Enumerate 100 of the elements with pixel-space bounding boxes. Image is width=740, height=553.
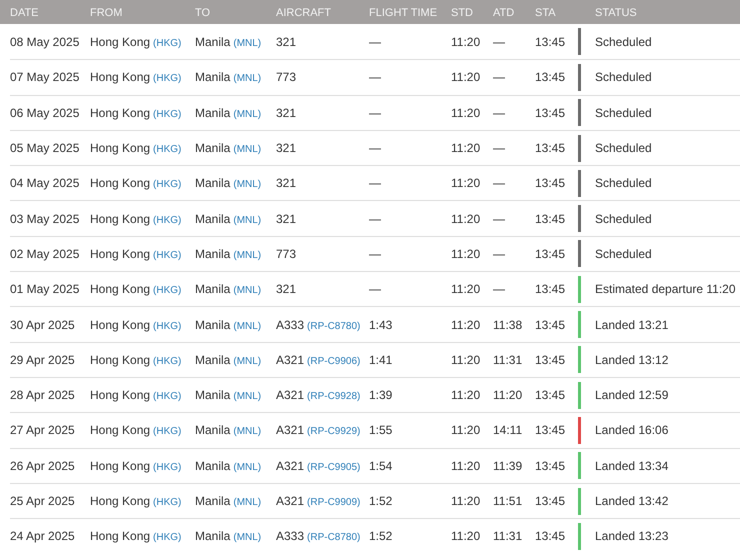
- airport-code-link[interactable]: (MNL): [233, 71, 262, 86]
- origin-cell-text: Hong Kong: [90, 422, 150, 440]
- date-cell: 05 May 2025: [10, 141, 80, 156]
- aircraft-cell-text: 321: [276, 175, 296, 192]
- destination-cell-text: Manila: [195, 352, 230, 369]
- aircraft-cell-text: 321: [276, 210, 296, 228]
- atd-cell: —: [493, 141, 505, 156]
- airport-code-link[interactable]: (HKG): [153, 177, 182, 192]
- airport-code-link[interactable]: (HKG): [153, 460, 182, 475]
- status-cell: Scheduled: [595, 212, 652, 226]
- sta-cell: 13:45: [535, 529, 566, 544]
- airport-code-link[interactable]: (MNL): [233, 36, 262, 51]
- airport-code-link[interactable]: (HKG): [153, 71, 182, 86]
- sta-cell: 13:45: [535, 212, 566, 226]
- origin-cell-text: Hong Kong: [90, 104, 150, 122]
- atd-cell: —: [493, 106, 505, 120]
- status-cell: Estimated departure 11:20: [595, 282, 736, 296]
- std-cell: 11:20: [451, 106, 480, 120]
- column-header[interactable]: FROM: [90, 6, 122, 19]
- column-header[interactable]: TO: [195, 6, 210, 19]
- date-cell: 24 Apr 2025: [10, 529, 75, 544]
- atd-cell: —: [493, 246, 505, 261]
- flight-time-cell: —: [369, 176, 381, 190]
- airport-code-link[interactable]: (MNL): [233, 177, 262, 192]
- column-header[interactable]: ATD: [493, 6, 514, 19]
- registration-link[interactable]: (RP-C9929): [307, 424, 360, 440]
- registration-link[interactable]: (RP-C8780): [307, 530, 360, 546]
- registration-link[interactable]: (RP-C9928): [307, 389, 360, 404]
- airport-code-link[interactable]: (MNL): [233, 283, 262, 298]
- airport-code-link[interactable]: (MNL): [233, 460, 262, 475]
- sta-cell: 13:45: [535, 318, 566, 332]
- airport-code-link[interactable]: (HKG): [153, 389, 182, 404]
- airport-code-link[interactable]: (MNL): [233, 495, 262, 510]
- airport-code-link[interactable]: (MNL): [233, 318, 262, 334]
- std-cell: 11:20: [451, 494, 480, 508]
- airport-code-link[interactable]: (HKG): [153, 106, 182, 122]
- status-cell: Landed 13:23: [595, 529, 668, 544]
- aircraft-cell-text: A321: [276, 493, 304, 510]
- atd-cell: 11:39: [493, 458, 522, 473]
- date-cell: 04 May 2025: [10, 176, 80, 190]
- airport-code-link[interactable]: (HKG): [153, 283, 182, 298]
- destination-cell-text: Manila: [195, 528, 230, 546]
- date-cell: 08 May 2025: [10, 34, 80, 49]
- atd-cell: —: [493, 212, 505, 226]
- flight-time-cell: —: [369, 212, 381, 226]
- airport-code-link[interactable]: (MNL): [233, 212, 262, 228]
- status-cell: Landed 13:34: [595, 458, 668, 473]
- origin-cell-text: Hong Kong: [90, 458, 150, 475]
- airport-code-link[interactable]: (HKG): [153, 318, 182, 334]
- sta-cell: 13:45: [535, 106, 566, 120]
- destination-cell-text: Manila: [195, 387, 230, 404]
- flight-time-cell: —: [369, 34, 381, 49]
- std-cell: 11:20: [451, 352, 480, 367]
- std-cell: 11:20: [451, 141, 480, 156]
- airport-code-link[interactable]: (HKG): [153, 424, 182, 440]
- aircraft-cell-text: A321: [276, 352, 304, 369]
- airport-code-link[interactable]: (MNL): [233, 530, 262, 546]
- std-cell: 11:20: [451, 423, 480, 438]
- status-cell: Landed 16:06: [595, 423, 668, 438]
- airport-code-link[interactable]: (HKG): [153, 212, 182, 228]
- date-cell: 28 Apr 2025: [10, 388, 75, 402]
- column-header[interactable]: FLIGHT TIME: [369, 6, 438, 19]
- column-header[interactable]: DATE: [10, 6, 39, 19]
- atd-cell: —: [493, 282, 505, 296]
- destination-cell-text: Manila: [195, 69, 230, 86]
- flight-time-cell: —: [369, 246, 381, 261]
- status-cell: Scheduled: [595, 246, 652, 261]
- airport-code-link[interactable]: (MNL): [233, 424, 262, 440]
- sta-cell: 13:45: [535, 70, 566, 84]
- registration-link[interactable]: (RP-C8780): [307, 318, 360, 334]
- registration-link[interactable]: (RP-C9906): [307, 354, 360, 369]
- aircraft-cell-text: 321: [276, 104, 296, 122]
- airport-code-link[interactable]: (HKG): [153, 354, 182, 369]
- std-cell: 11:20: [451, 388, 480, 402]
- column-header[interactable]: STA: [535, 6, 556, 19]
- date-cell: 25 Apr 2025: [10, 494, 75, 508]
- flight-time-cell: 1:39: [369, 388, 392, 402]
- airport-code-link[interactable]: (HKG): [153, 248, 182, 263]
- date-cell: 03 May 2025: [10, 212, 80, 226]
- status-cell: Scheduled: [595, 34, 652, 49]
- airport-code-link[interactable]: (HKG): [153, 36, 182, 51]
- airport-code-link[interactable]: (HKG): [153, 495, 182, 510]
- airport-code-link[interactable]: (MNL): [233, 389, 262, 404]
- sta-cell: 13:45: [535, 494, 566, 508]
- airport-code-link[interactable]: (HKG): [153, 530, 182, 546]
- flight-time-cell: 1:52: [369, 529, 392, 544]
- column-header[interactable]: AIRCRAFT: [276, 6, 331, 19]
- airport-code-link[interactable]: (MNL): [233, 142, 262, 158]
- origin-cell-text: Hong Kong: [90, 69, 150, 86]
- std-cell: 11:20: [451, 282, 480, 296]
- column-header[interactable]: STD: [451, 6, 473, 19]
- airport-code-link[interactable]: (MNL): [233, 106, 262, 122]
- column-header[interactable]: STATUS: [595, 6, 637, 19]
- airport-code-link[interactable]: (MNL): [233, 354, 262, 369]
- registration-link[interactable]: (RP-C9909): [307, 495, 360, 510]
- airport-code-link[interactable]: (HKG): [153, 142, 182, 158]
- registration-link[interactable]: (RP-C9905): [307, 460, 360, 475]
- destination-cell-text: Manila: [195, 140, 230, 158]
- airport-code-link[interactable]: (MNL): [233, 248, 262, 263]
- aircraft-cell-text: A321: [276, 458, 304, 475]
